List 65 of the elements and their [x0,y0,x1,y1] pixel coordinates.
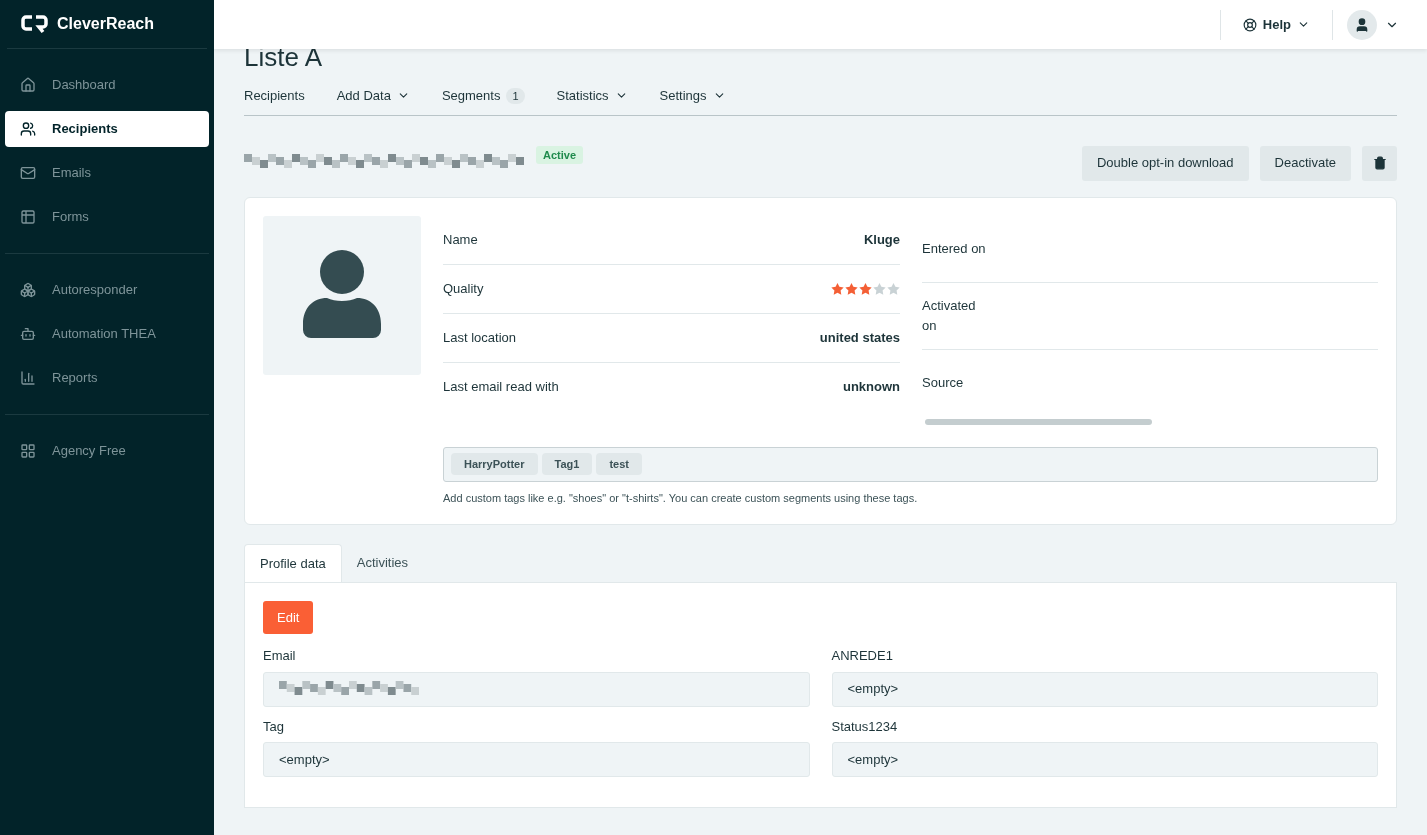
sidebar-item[interactable]: Forms [5,199,209,235]
action-button[interactable]: Deactivate [1259,145,1351,181]
person-icon [303,250,381,340]
detail-label: Quality [443,279,484,298]
page-title: Liste A [244,42,324,72]
field-value[interactable]: <empty> [831,742,1378,777]
sidebar-item[interactable]: Emails [5,155,209,191]
star-icon [831,282,844,295]
home-icon [20,77,36,93]
help-button[interactable]: Help [1242,14,1310,35]
detail-label: Entered on [922,239,986,258]
sidebar-item[interactable]: Recipients [5,111,209,147]
account-button[interactable] [1347,9,1399,40]
detail-value: united states [819,328,900,347]
profile-tab[interactable]: Activities [341,544,424,582]
sidebar-item[interactable]: Automation THEA [5,316,209,352]
delete-button[interactable] [1362,145,1397,181]
boxes-icon [20,282,36,298]
sidebar-item[interactable]: Autoresponder [5,272,209,308]
nav-tab[interactable]: Segments 1 [441,86,525,106]
tag-chip[interactable]: test [596,453,642,475]
detail-value: Kluge [863,230,900,249]
detail-value: unknown [842,378,900,397]
tag-chip[interactable]: Tag1 [541,453,593,475]
robot-icon [20,326,36,342]
field-label: Tag [263,717,285,736]
nav-tab[interactable]: Recipients [244,86,305,106]
sidebar-item[interactable]: Dashboard [5,67,209,103]
list-icon [20,209,36,225]
nav-tab[interactable]: Settings [659,86,726,106]
field-value[interactable]: <empty> [263,742,810,777]
star-icon [887,282,900,295]
detail-label: Activated on [922,297,977,335]
star-icon [873,282,886,295]
tags-field[interactable]: HarryPotter Tag1 test [443,446,1378,482]
profile-tab[interactable]: Profile data [244,544,342,582]
avatar-icon [1347,9,1377,40]
trash-icon [1372,156,1387,170]
star-icon [859,282,872,295]
count-badge: 1 [506,87,525,104]
brand-name: CleverReach [57,14,154,34]
status-badge: Active [536,145,584,164]
nav-tab[interactable]: Statistics [556,86,628,106]
detail-label: Name [443,230,478,249]
detail-label: Source [922,374,964,393]
detail-label: Last location [443,328,516,347]
sidebar-item[interactable]: Reports [5,360,209,396]
star-icon [845,282,858,295]
tag-chip[interactable]: HarryPotter [451,453,538,475]
envelope-icon [20,165,36,181]
logo-icon [21,14,49,34]
sidebar-item[interactable]: Agency Free [5,433,209,469]
field-value[interactable] [263,671,810,707]
grid-icon [20,443,36,459]
field-label: ANREDE1 [831,647,894,665]
field-value[interactable]: <empty> [831,671,1378,707]
nav-tab[interactable]: Add Data [336,86,410,106]
detail-label: Last email read with [443,378,559,397]
bar-chart-icon [20,370,36,386]
action-button[interactable]: Double opt-in download [1081,145,1249,181]
users-icon [20,121,36,137]
field-label: Status1234 [831,717,899,736]
field-label: Email [263,647,297,665]
help-icon [1242,17,1257,32]
tags-hint: Add custom tags like e.g. "shoes" or "t-shirts". You can create custom segments using these tags. [443,490,919,506]
